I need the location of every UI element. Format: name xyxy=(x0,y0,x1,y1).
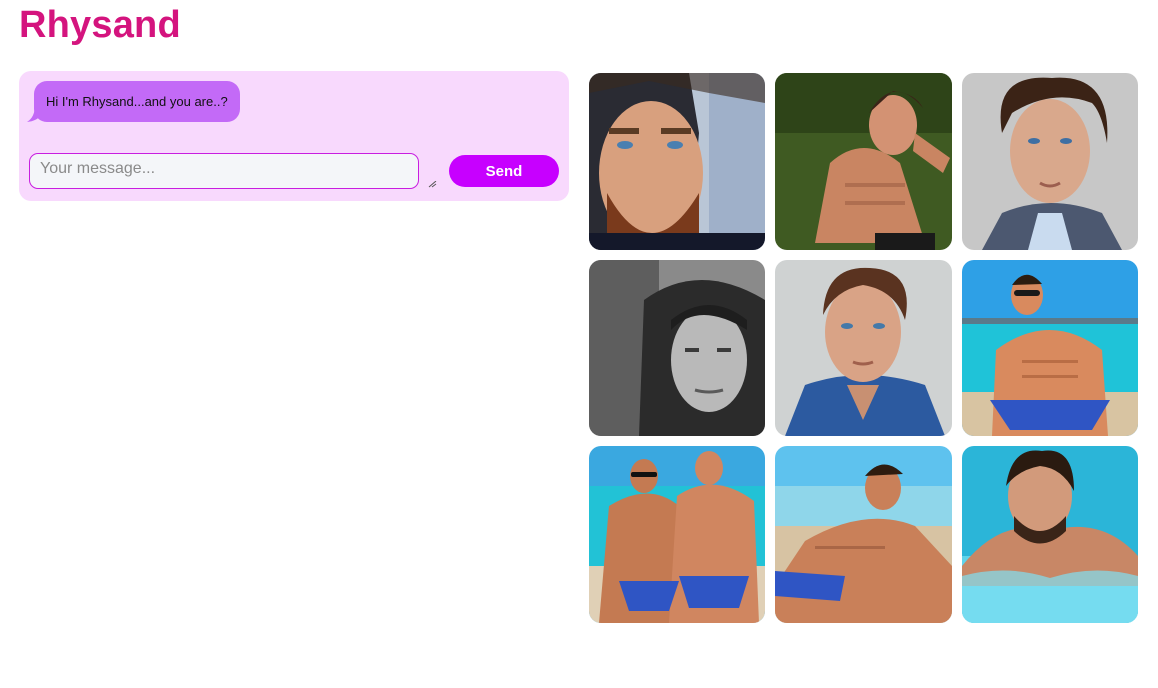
gallery-photo-bearded-man[interactable] xyxy=(589,73,765,250)
message-input[interactable] xyxy=(29,153,419,189)
bot-message-bubble: Hi I'm Rhysand...and you are..? xyxy=(34,81,240,122)
photo-image xyxy=(589,260,765,436)
page-title: Rhysand xyxy=(19,4,181,46)
gallery-photo-man-in-pool[interactable] xyxy=(962,446,1138,623)
send-button[interactable]: Send xyxy=(449,155,559,187)
gallery-photo-man-lying-beach[interactable] xyxy=(775,446,952,623)
gallery-photo-hooded-man[interactable] xyxy=(589,260,765,436)
photo-image xyxy=(962,73,1138,250)
gallery-photo-man-in-denim[interactable] xyxy=(775,260,952,436)
photo-image xyxy=(589,446,765,623)
photo-image xyxy=(962,446,1138,623)
chat-panel: Hi I'm Rhysand...and you are..? Send xyxy=(19,71,569,201)
gallery-photo-man-on-grass[interactable] xyxy=(775,73,952,250)
photo-image xyxy=(962,260,1138,436)
photo-gallery xyxy=(589,73,1138,623)
photo-image xyxy=(589,73,765,250)
gallery-photo-two-men-beach[interactable] xyxy=(589,446,765,623)
photo-image xyxy=(775,446,952,623)
gallery-photo-man-at-beach[interactable] xyxy=(962,260,1138,436)
photo-image xyxy=(775,73,952,250)
resize-grip-icon[interactable] xyxy=(428,181,437,188)
photo-image xyxy=(775,260,952,436)
gallery-photo-curly-hair-man[interactable] xyxy=(962,73,1138,250)
